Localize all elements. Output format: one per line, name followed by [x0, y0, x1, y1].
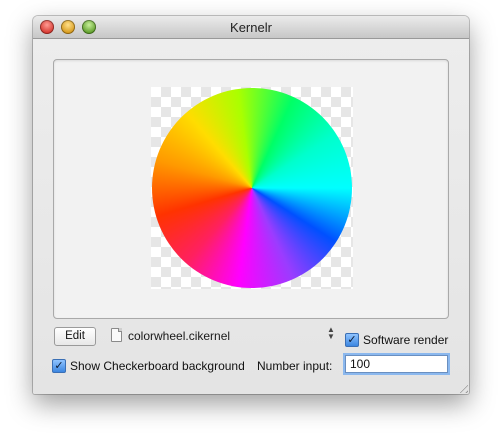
kernelr-window: Kernelr Edit colorwheel.cikernel ▲ ▼ ✓ So…	[33, 16, 469, 394]
software-render-checkbox[interactable]: ✓	[345, 333, 359, 347]
checkerboard-checkbox[interactable]: ✓	[52, 359, 66, 373]
checkerboard-label: Show Checkerboard background	[70, 359, 245, 373]
kernel-file-selector[interactable]: colorwheel.cikernel	[128, 329, 230, 343]
document-icon	[111, 328, 122, 342]
title-bar[interactable]: Kernelr	[33, 16, 469, 39]
checkerboard-background	[151, 87, 353, 289]
up-down-arrows-icon[interactable]: ▲ ▼	[327, 326, 335, 342]
color-wheel-image	[152, 88, 352, 288]
software-render-label: Software render	[363, 333, 449, 347]
window-content: Edit colorwheel.cikernel ▲ ▼ ✓ Software r…	[33, 39, 469, 394]
resize-grip-icon[interactable]	[456, 381, 468, 393]
number-input-field[interactable]: 100	[345, 355, 448, 373]
image-preview-well	[53, 59, 449, 319]
edit-button[interactable]: Edit	[54, 327, 96, 346]
window-title: Kernelr	[230, 20, 272, 35]
number-input-label: Number input:	[257, 359, 333, 373]
